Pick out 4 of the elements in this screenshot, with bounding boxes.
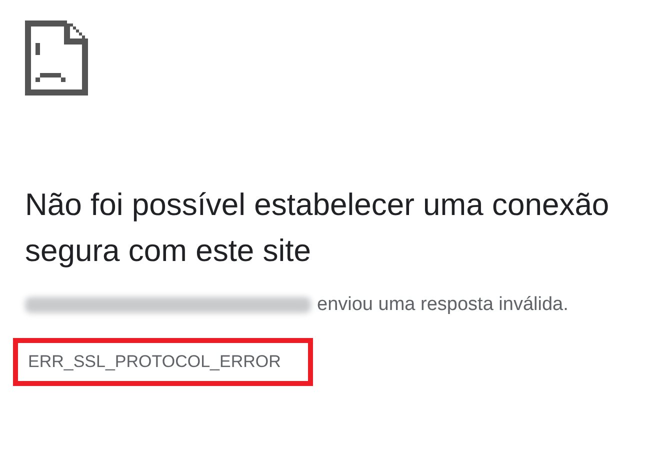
error-message: enviou uma resposta inválida. xyxy=(317,294,568,316)
error-heading: Não foi possível estabelecer uma conexão segura com este site xyxy=(25,186,610,270)
sad-page-icon xyxy=(25,20,88,96)
error-code: ERR_SSL_PROTOCOL_ERROR xyxy=(13,338,313,386)
